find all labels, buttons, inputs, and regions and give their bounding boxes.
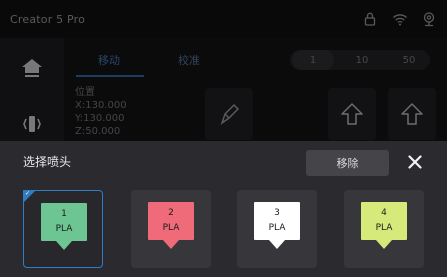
dialog-title: 选择喷头	[23, 155, 72, 169]
nozzle-number: 4	[381, 207, 387, 218]
nozzle-number: 2	[168, 207, 174, 218]
nozzle-material: PLA	[375, 222, 393, 233]
nozzle-material: PLA	[55, 223, 73, 234]
remove-button[interactable]: 移除	[306, 150, 389, 176]
nozzle-number: 1	[61, 208, 67, 219]
nozzle-pointer	[269, 240, 285, 249]
nozzle-pointer	[163, 240, 179, 249]
nozzle-material: PLA	[162, 222, 180, 233]
nozzle-swatch: 4 PLA	[361, 202, 407, 240]
nozzle-material: PLA	[268, 222, 286, 233]
nozzle-swatch: 3 PLA	[254, 202, 300, 240]
nozzle-pointer	[56, 241, 72, 250]
nozzle-swatch: 1 PLA	[41, 203, 87, 241]
printer-screen: Creator 5 Pro 移动 校准 1 10 50 位置 X:130.000…	[0, 0, 447, 277]
checkmark-icon: ✓	[25, 190, 31, 197]
nozzle-pointer	[376, 240, 392, 249]
nozzle-number: 3	[274, 207, 280, 218]
close-button[interactable]	[404, 151, 426, 173]
nozzle-card-4[interactable]: 4 PLA	[344, 190, 424, 268]
close-icon	[408, 155, 422, 169]
nozzle-card-2[interactable]: 2 PLA	[131, 190, 211, 268]
select-nozzle-dialog: 选择喷头 移除 ✓ 1 PLA 2 PLA 3 PLA 4 PLA	[0, 141, 447, 277]
nozzle-card-1[interactable]: ✓ 1 PLA	[23, 190, 103, 268]
nozzle-card-3[interactable]: 3 PLA	[237, 190, 317, 268]
nozzle-swatch: 2 PLA	[148, 202, 194, 240]
